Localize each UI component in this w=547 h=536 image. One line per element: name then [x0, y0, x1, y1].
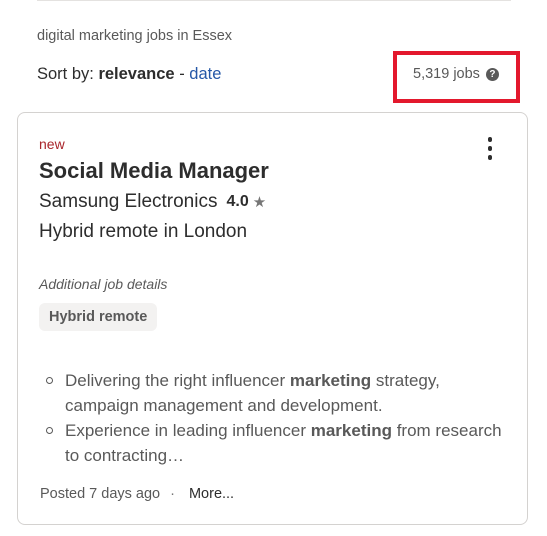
help-icon[interactable]: ?: [485, 67, 499, 81]
job-count-text: 5,319 jobs: [413, 66, 480, 82]
additional-details-label: Additional job details: [39, 276, 168, 292]
snippet-item: Delivering the right influencer marketin…: [46, 368, 509, 418]
posted-date: Posted 7 days ago: [40, 486, 161, 502]
more-options-icon[interactable]: [484, 137, 496, 163]
company-name: Samsung Electronics: [39, 191, 218, 212]
sort-label: Sort by:: [37, 65, 94, 83]
job-card-footer: Posted 7 days ago · More...: [40, 486, 234, 502]
footer-separator: ·: [170, 486, 175, 502]
sort-controls: Sort by: relevance - date: [37, 65, 221, 84]
job-card[interactable]: new Social Media Manager Samsung Electro…: [17, 112, 528, 525]
search-context-text: digital marketing jobs in Essex: [37, 28, 233, 44]
more-link[interactable]: More...: [189, 486, 234, 502]
job-snippet: Delivering the right influencer marketin…: [39, 368, 509, 468]
job-count: 5,319 jobs ?: [413, 66, 499, 82]
job-title[interactable]: Social Media Manager: [39, 158, 269, 184]
search-results-page: digital marketing jobs in Essex Sort by:…: [0, 0, 547, 536]
sort-separator: -: [179, 65, 185, 83]
star-icon: ★: [252, 194, 267, 211]
company-rating: 4.0: [226, 193, 249, 210]
sort-by-date-link[interactable]: date: [189, 65, 221, 83]
divider: [37, 0, 511, 1]
sort-relevance: relevance: [98, 65, 175, 83]
job-location: Hybrid remote in London: [39, 221, 248, 242]
company-row: Samsung Electronics 4.0 ★: [39, 191, 266, 213]
job-type-tag: Hybrid remote: [39, 303, 158, 331]
new-badge: new: [39, 136, 65, 152]
snippet-item: Experience in leading influencer marketi…: [46, 418, 509, 468]
